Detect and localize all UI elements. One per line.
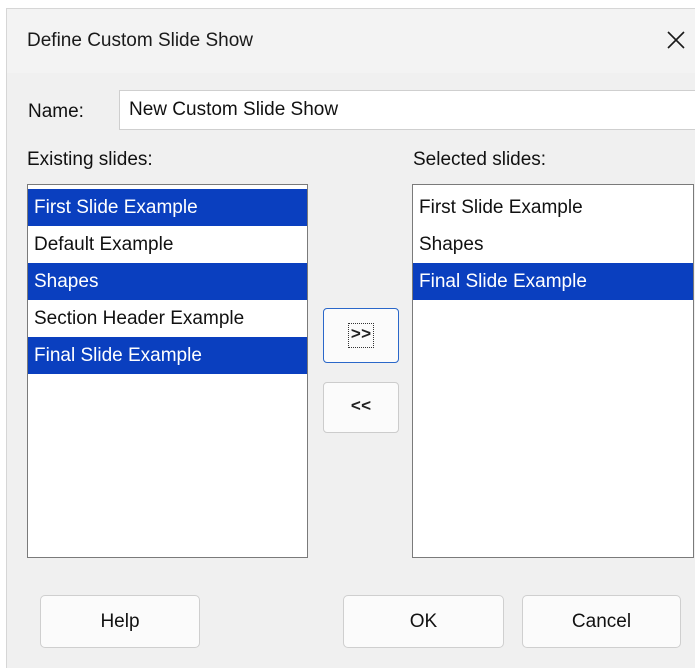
cancel-button[interactable]: Cancel <box>522 595 681 648</box>
dialog-title: Define Custom Slide Show <box>27 30 253 51</box>
remove-slides-label: << <box>350 398 372 417</box>
selected-slides-label: Selected slides: <box>413 149 547 170</box>
ok-button[interactable]: OK <box>343 595 504 648</box>
add-slides-label: >> <box>347 323 375 348</box>
existing-slides-label: Existing slides: <box>27 149 153 170</box>
selected-slides-list[interactable]: First Slide Example Shapes Final Slide E… <box>412 184 694 558</box>
existing-slide-item[interactable]: Final Slide Example <box>28 337 307 374</box>
remove-slides-button[interactable]: << <box>323 382 399 433</box>
help-button[interactable]: Help <box>40 595 200 648</box>
close-icon <box>667 31 685 49</box>
close-button[interactable] <box>658 22 694 58</box>
existing-slide-item[interactable]: Shapes <box>28 263 307 300</box>
name-label: Name: <box>28 101 84 122</box>
add-slides-button[interactable]: >> <box>323 308 399 363</box>
selected-slide-item[interactable]: Final Slide Example <box>413 263 693 300</box>
selected-slide-item[interactable]: Shapes <box>413 226 693 263</box>
title-bar: Define Custom Slide Show <box>7 9 695 73</box>
existing-slide-item[interactable]: Default Example <box>28 226 307 263</box>
existing-slides-list[interactable]: First Slide Example Default Example Shap… <box>27 184 308 558</box>
name-input[interactable] <box>119 90 695 130</box>
custom-slide-show-dialog: Define Custom Slide Show Name: Existing … <box>6 8 695 668</box>
existing-slide-item[interactable]: First Slide Example <box>28 189 307 226</box>
selected-slide-item[interactable]: First Slide Example <box>413 189 693 226</box>
existing-slide-item[interactable]: Section Header Example <box>28 300 307 337</box>
